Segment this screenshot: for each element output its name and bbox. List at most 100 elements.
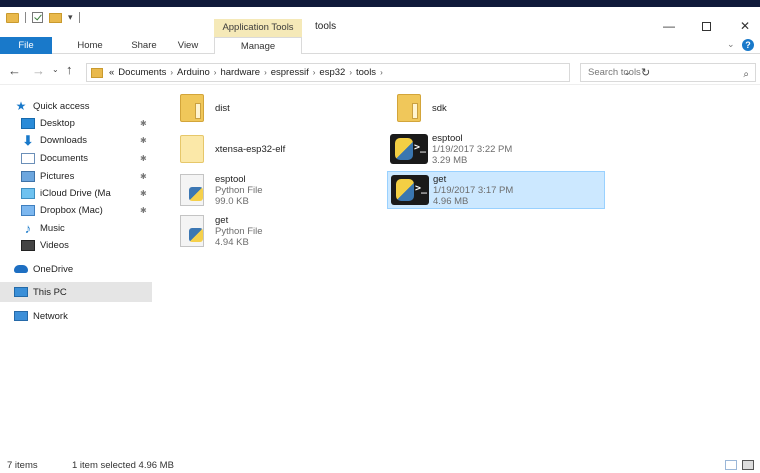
sidebar-item-label: Pictures (40, 170, 75, 182)
breadcrumb-overflow[interactable]: « (109, 67, 114, 78)
pin-icon[interactable]: ✱ (140, 189, 147, 198)
folder-icon (6, 12, 19, 23)
customize-toolbar-icon[interactable]: ▾ (68, 12, 73, 23)
chevron-right-icon[interactable]: › (264, 68, 267, 77)
sidebar-item-this-pc[interactable]: This PC (0, 282, 152, 302)
tab-share[interactable]: Share (124, 37, 164, 54)
music-note-icon: ♪ (24, 220, 32, 236)
file-item-xtensa-folder[interactable]: xtensa-esp32-elf (170, 130, 380, 168)
tab-view[interactable]: View (170, 37, 206, 54)
pin-icon[interactable]: ✱ (140, 172, 147, 181)
file-item-get-exe[interactable]: >_ get 1/19/2017 3:17 PM 4.96 MB (387, 171, 605, 209)
file-item-esptool-exe[interactable]: >_ esptool 1/19/2017 3:22 PM 3.29 MB (387, 130, 605, 168)
properties-icon[interactable] (32, 12, 43, 23)
breadcrumb-item[interactable]: esp32 (319, 67, 345, 78)
details-view-icon[interactable] (725, 460, 737, 470)
pin-icon[interactable]: ✱ (140, 206, 147, 215)
python-file-icon (180, 215, 204, 247)
sidebar-item-label: Downloads (40, 134, 87, 146)
new-folder-icon[interactable] (49, 12, 62, 23)
breadcrumb-item[interactable]: hardware (220, 67, 260, 78)
network-icon (14, 311, 28, 321)
window-title: tools (315, 21, 337, 32)
folder-icon (91, 67, 103, 78)
onedrive-cloud-icon (14, 265, 28, 273)
title-bar: ▾ Application Tools tools — ✕ (0, 7, 760, 37)
file-explorer-window: ▾ Application Tools tools — ✕ File Home … (0, 7, 760, 473)
search-icon[interactable]: ⌕ (743, 66, 749, 83)
file-name: esptool (215, 173, 246, 185)
tab-file[interactable]: File (0, 37, 52, 54)
sidebar-item-downloads[interactable]: ⬇ Downloads ✱ (0, 130, 152, 150)
chevron-right-icon[interactable]: › (313, 68, 316, 77)
file-type: Python File (215, 225, 263, 237)
videos-icon (21, 239, 35, 251)
file-date: 1/19/2017 3:17 PM (433, 184, 514, 196)
pin-icon[interactable]: ✱ (140, 136, 147, 145)
minimize-button[interactable]: — (654, 19, 684, 35)
file-type: Python File (215, 184, 263, 196)
sidebar-item-label: Quick access (33, 100, 90, 112)
sidebar-item-onedrive[interactable]: OneDrive (0, 259, 152, 279)
breadcrumb-item[interactable]: Documents (118, 67, 166, 78)
pin-icon[interactable]: ✱ (140, 119, 147, 128)
pictures-icon (21, 170, 35, 182)
back-button[interactable]: ← (8, 63, 21, 78)
navigation-bar: ← → ⌄ ↑ « Documents › Arduino › hardware… (0, 55, 760, 85)
forward-button[interactable]: → (32, 63, 45, 78)
icloud-icon (21, 187, 35, 199)
file-list: dist sdk xtensa-esp32-elf >_ esptool 1/1… (160, 86, 760, 456)
recent-locations-button[interactable]: ⌄ (52, 65, 59, 74)
sidebar-item-label: Network (33, 310, 68, 322)
up-button[interactable]: ↑ (66, 62, 73, 77)
file-item-get-py[interactable]: get Python File 4.94 KB (170, 212, 380, 250)
documents-icon (21, 152, 35, 164)
pin-icon[interactable]: ✱ (140, 154, 147, 163)
sidebar-item-label: This PC (33, 286, 67, 298)
breadcrumb-item[interactable]: Arduino (177, 67, 210, 78)
chevron-right-icon[interactable]: › (380, 68, 383, 77)
large-icons-view-icon[interactable] (742, 460, 754, 470)
divider (25, 12, 26, 23)
search-input[interactable]: Search tools ⌕ (580, 63, 756, 82)
breadcrumb-item[interactable]: tools (356, 67, 376, 78)
item-count: 7 items (7, 460, 38, 471)
sidebar-item-videos[interactable]: Videos (0, 235, 152, 255)
sidebar-item-dropbox[interactable]: Dropbox (Mac) ✱ (0, 200, 152, 220)
breadcrumb-item[interactable]: espressif (271, 67, 309, 78)
navigation-pane: ★ Quick access Desktop ✱ ⬇ Downloads ✱ D… (0, 86, 152, 456)
sidebar-item-label: Videos (40, 239, 69, 251)
python-executable-icon: >_ (391, 175, 429, 205)
close-button[interactable]: ✕ (730, 19, 760, 35)
sidebar-item-label: Music (40, 222, 65, 234)
tab-manage[interactable]: Manage (214, 37, 302, 54)
sidebar-item-label: Desktop (40, 117, 75, 129)
file-size: 99.0 KB (215, 195, 249, 207)
file-name: dist (215, 102, 230, 114)
sidebar-item-label: OneDrive (33, 263, 74, 275)
chevron-right-icon[interactable]: › (214, 68, 217, 77)
ribbon-tabs: File Home Share View Manage ⌄ ? (0, 37, 760, 54)
tab-home[interactable]: Home (70, 37, 110, 54)
status-bar: 7 items 1 item selected 4.96 MB (0, 457, 760, 473)
dropbox-icon (21, 204, 35, 216)
sidebar-item-network[interactable]: Network (0, 306, 152, 326)
help-icon[interactable]: ? (742, 39, 754, 51)
maximize-button[interactable] (691, 19, 721, 35)
chevron-right-icon[interactable]: › (349, 68, 352, 77)
expand-ribbon-icon[interactable]: ⌄ (727, 39, 735, 50)
chevron-right-icon[interactable]: › (170, 68, 173, 77)
file-size: 3.29 MB (432, 154, 468, 166)
address-bar[interactable]: « Documents › Arduino › hardware › espre… (86, 63, 650, 82)
selection-info: 1 item selected 4.96 MB (72, 460, 174, 471)
breadcrumb: « Documents › Arduino › hardware › espre… (109, 67, 383, 78)
file-name: get (215, 214, 229, 226)
file-item-dist-folder[interactable]: dist (170, 89, 380, 127)
folder-icon (180, 94, 204, 122)
file-item-sdk-folder[interactable]: sdk (387, 89, 605, 127)
file-item-esptool-py[interactable]: esptool Python File 99.0 KB (170, 171, 380, 209)
python-executable-icon: >_ (390, 134, 428, 164)
sidebar-item-documents[interactable]: Documents ✱ (0, 148, 152, 168)
python-file-icon (180, 174, 204, 206)
file-name: sdk (432, 102, 447, 114)
